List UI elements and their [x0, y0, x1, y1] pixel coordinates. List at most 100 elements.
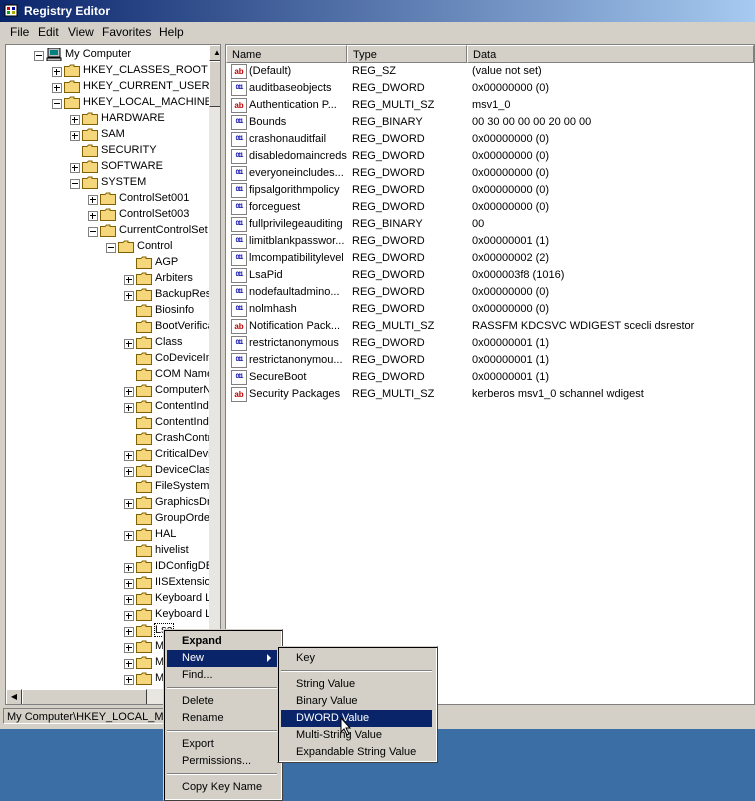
tree-node-label[interactable]: Arbiters: [155, 272, 193, 284]
tree-node-label[interactable]: HKEY_CURRENT_USER: [83, 80, 210, 92]
tree-node-label[interactable]: hivelist: [155, 544, 189, 556]
new-submenu-item-key[interactable]: Key: [281, 650, 432, 667]
context-menu-item-copy-key-name[interactable]: Copy Key Name: [167, 779, 277, 796]
tree-node-label[interactable]: Class: [155, 336, 183, 348]
context-menu-item-delete[interactable]: Delete: [167, 693, 277, 710]
scroll-up-button[interactable]: ▲: [209, 45, 220, 61]
tree-node-label[interactable]: SAM: [101, 128, 125, 140]
expand-plus-icon[interactable]: [124, 675, 134, 685]
value-row[interactable]: ab (Default) REG_SZ (value not set): [226, 64, 754, 80]
value-row[interactable]: 011 disabledomaincreds REG_DWORD 0x00000000…: [226, 149, 754, 165]
expand-plus-icon[interactable]: [124, 563, 134, 573]
tree-node-label[interactable]: IISExtension: [155, 576, 217, 588]
hscroll-thumb[interactable]: [22, 689, 147, 704]
tree-node-label[interactable]: HKEY_CLASSES_ROOT: [83, 64, 208, 76]
collapse-minus-icon[interactable]: [70, 179, 80, 189]
values-list-pane[interactable]: Name Type Data ab (Default) REG_SZ (value n…: [225, 44, 755, 705]
value-row[interactable]: 011 LsaPid REG_DWORD 0x000003f8 (1016): [226, 268, 754, 284]
expand-plus-icon[interactable]: [70, 163, 80, 173]
tree-node-label[interactable]: CoDeviceIns: [155, 352, 217, 364]
expand-plus-icon[interactable]: [52, 83, 62, 93]
expand-plus-icon[interactable]: [88, 211, 98, 221]
menu-view[interactable]: View: [68, 25, 94, 39]
context-menu-item-find[interactable]: Find...: [167, 667, 277, 684]
tree-node-label[interactable]: AGP: [155, 256, 178, 268]
tree-node-label[interactable]: ControlSet001: [119, 192, 189, 204]
tree-node-label[interactable]: CriticalDevic: [155, 448, 216, 460]
tree-node-label[interactable]: ControlSet003: [119, 208, 189, 220]
value-row[interactable]: ab Notification Pack... REG_MULTI_SZ RASSFM…: [226, 319, 754, 335]
menu-file[interactable]: File: [10, 25, 29, 39]
tree-node-label[interactable]: FileSystem: [155, 480, 209, 492]
expand-plus-icon[interactable]: [52, 67, 62, 77]
collapse-minus-icon[interactable]: [34, 51, 44, 61]
expand-plus-icon[interactable]: [124, 531, 134, 541]
context-menu-item-export[interactable]: Export: [167, 736, 277, 753]
value-row[interactable]: 011 fullprivilegeauditing REG_BINARY 00: [226, 217, 754, 233]
column-header-data[interactable]: Data: [467, 45, 754, 63]
tree-node-label[interactable]: ComputerNa: [155, 384, 217, 396]
expand-plus-icon[interactable]: [124, 595, 134, 605]
expand-plus-icon[interactable]: [124, 403, 134, 413]
context-menu-item-new[interactable]: New: [167, 650, 277, 667]
new-submenu-item-multi-string-value[interactable]: Multi-String Value: [281, 727, 432, 744]
value-row[interactable]: 011 restrictanonymous REG_DWORD 0x00000001 …: [226, 336, 754, 352]
value-row[interactable]: 011 SecureBoot REG_DWORD 0x00000001 (1): [226, 370, 754, 386]
value-row[interactable]: 011 everyoneincludes... REG_DWORD 0x0000000…: [226, 166, 754, 182]
tree-node-label[interactable]: SOFTWARE: [101, 160, 163, 172]
expand-plus-icon[interactable]: [124, 451, 134, 461]
context-menu-item-permissions[interactable]: Permissions...: [167, 753, 277, 770]
tree-node-label[interactable]: GroupOrderl: [155, 512, 216, 524]
tree-node-label[interactable]: IDConfigDB: [155, 560, 213, 572]
tree-node-label[interactable]: HAL: [155, 528, 176, 540]
value-row[interactable]: 011 forceguest REG_DWORD 0x00000000 (0): [226, 200, 754, 216]
scroll-left-button[interactable]: ◀: [6, 689, 22, 704]
collapse-minus-icon[interactable]: [106, 243, 116, 253]
tree-node-label[interactable]: ContentInde: [155, 416, 215, 428]
scroll-thumb[interactable]: [209, 61, 220, 107]
expand-plus-icon[interactable]: [124, 579, 134, 589]
new-submenu-item-string-value[interactable]: String Value: [281, 676, 432, 693]
tree-vertical-scrollbar[interactable]: ▲: [209, 45, 220, 689]
tree-node-label[interactable]: Biosinfo: [155, 304, 194, 316]
value-row[interactable]: 011 fipsalgorithmpolicy REG_DWORD 0x0000000…: [226, 183, 754, 199]
expand-plus-icon[interactable]: [124, 467, 134, 477]
expand-plus-icon[interactable]: [124, 659, 134, 669]
collapse-minus-icon[interactable]: [88, 227, 98, 237]
tree-node-label[interactable]: My Computer: [65, 48, 131, 60]
collapse-minus-icon[interactable]: [52, 99, 62, 109]
column-header-name[interactable]: Name: [226, 45, 347, 63]
value-row[interactable]: 011 restrictanonymou... REG_DWORD 0x0000000…: [226, 353, 754, 369]
column-header-type[interactable]: Type: [347, 45, 467, 63]
value-row[interactable]: 011 nolmhash REG_DWORD 0x00000000 (0): [226, 302, 754, 318]
tree-node-label[interactable]: SECURITY: [101, 144, 157, 156]
menu-edit[interactable]: Edit: [38, 25, 59, 39]
value-row[interactable]: 011 nodefaultadmino... REG_DWORD 0x00000000…: [226, 285, 754, 301]
value-row[interactable]: 011 limitblankpasswor... REG_DWORD 0x000000…: [226, 234, 754, 250]
context-menu-item-expand[interactable]: Expand: [167, 633, 277, 650]
expand-plus-icon[interactable]: [124, 339, 134, 349]
tree-node-label[interactable]: BootVerificat: [155, 320, 217, 332]
value-row[interactable]: 011 lmcompatibilitylevel REG_DWORD 0x000000…: [226, 251, 754, 267]
expand-plus-icon[interactable]: [70, 131, 80, 141]
tree-node-label[interactable]: HARDWARE: [101, 112, 165, 124]
tree-node-label[interactable]: CurrentControlSet: [119, 224, 208, 236]
expand-plus-icon[interactable]: [124, 611, 134, 621]
value-row[interactable]: ab Security Packages REG_MULTI_SZ kerberos …: [226, 387, 754, 403]
expand-plus-icon[interactable]: [88, 195, 98, 205]
value-row[interactable]: ab Authentication P... REG_MULTI_SZ msv1_0: [226, 98, 754, 114]
expand-plus-icon[interactable]: [70, 115, 80, 125]
new-submenu-item-expandable-string-value[interactable]: Expandable String Value: [281, 744, 432, 761]
value-row[interactable]: 011 auditbaseobjects REG_DWORD 0x00000000 (…: [226, 81, 754, 97]
key-tree-pane[interactable]: My Computer HKEY_CLASSES_ROOT HKEY_CURRENT…: [5, 44, 221, 705]
expand-plus-icon[interactable]: [124, 275, 134, 285]
title-bar[interactable]: Registry Editor: [0, 0, 755, 22]
tree-node-label[interactable]: ContentInde: [155, 400, 215, 412]
value-row[interactable]: 011 Bounds REG_BINARY 00 30 00 00 00 20 00 …: [226, 115, 754, 131]
tree-node-label[interactable]: SYSTEM: [101, 176, 146, 188]
menu-favorites[interactable]: Favorites: [102, 25, 151, 39]
value-row[interactable]: 011 crashonauditfail REG_DWORD 0x00000000 (…: [226, 132, 754, 148]
new-submenu-item-binary-value[interactable]: Binary Value: [281, 693, 432, 710]
tree-node-label[interactable]: HKEY_LOCAL_MACHINE: [83, 96, 212, 108]
menu-help[interactable]: Help: [159, 25, 184, 39]
